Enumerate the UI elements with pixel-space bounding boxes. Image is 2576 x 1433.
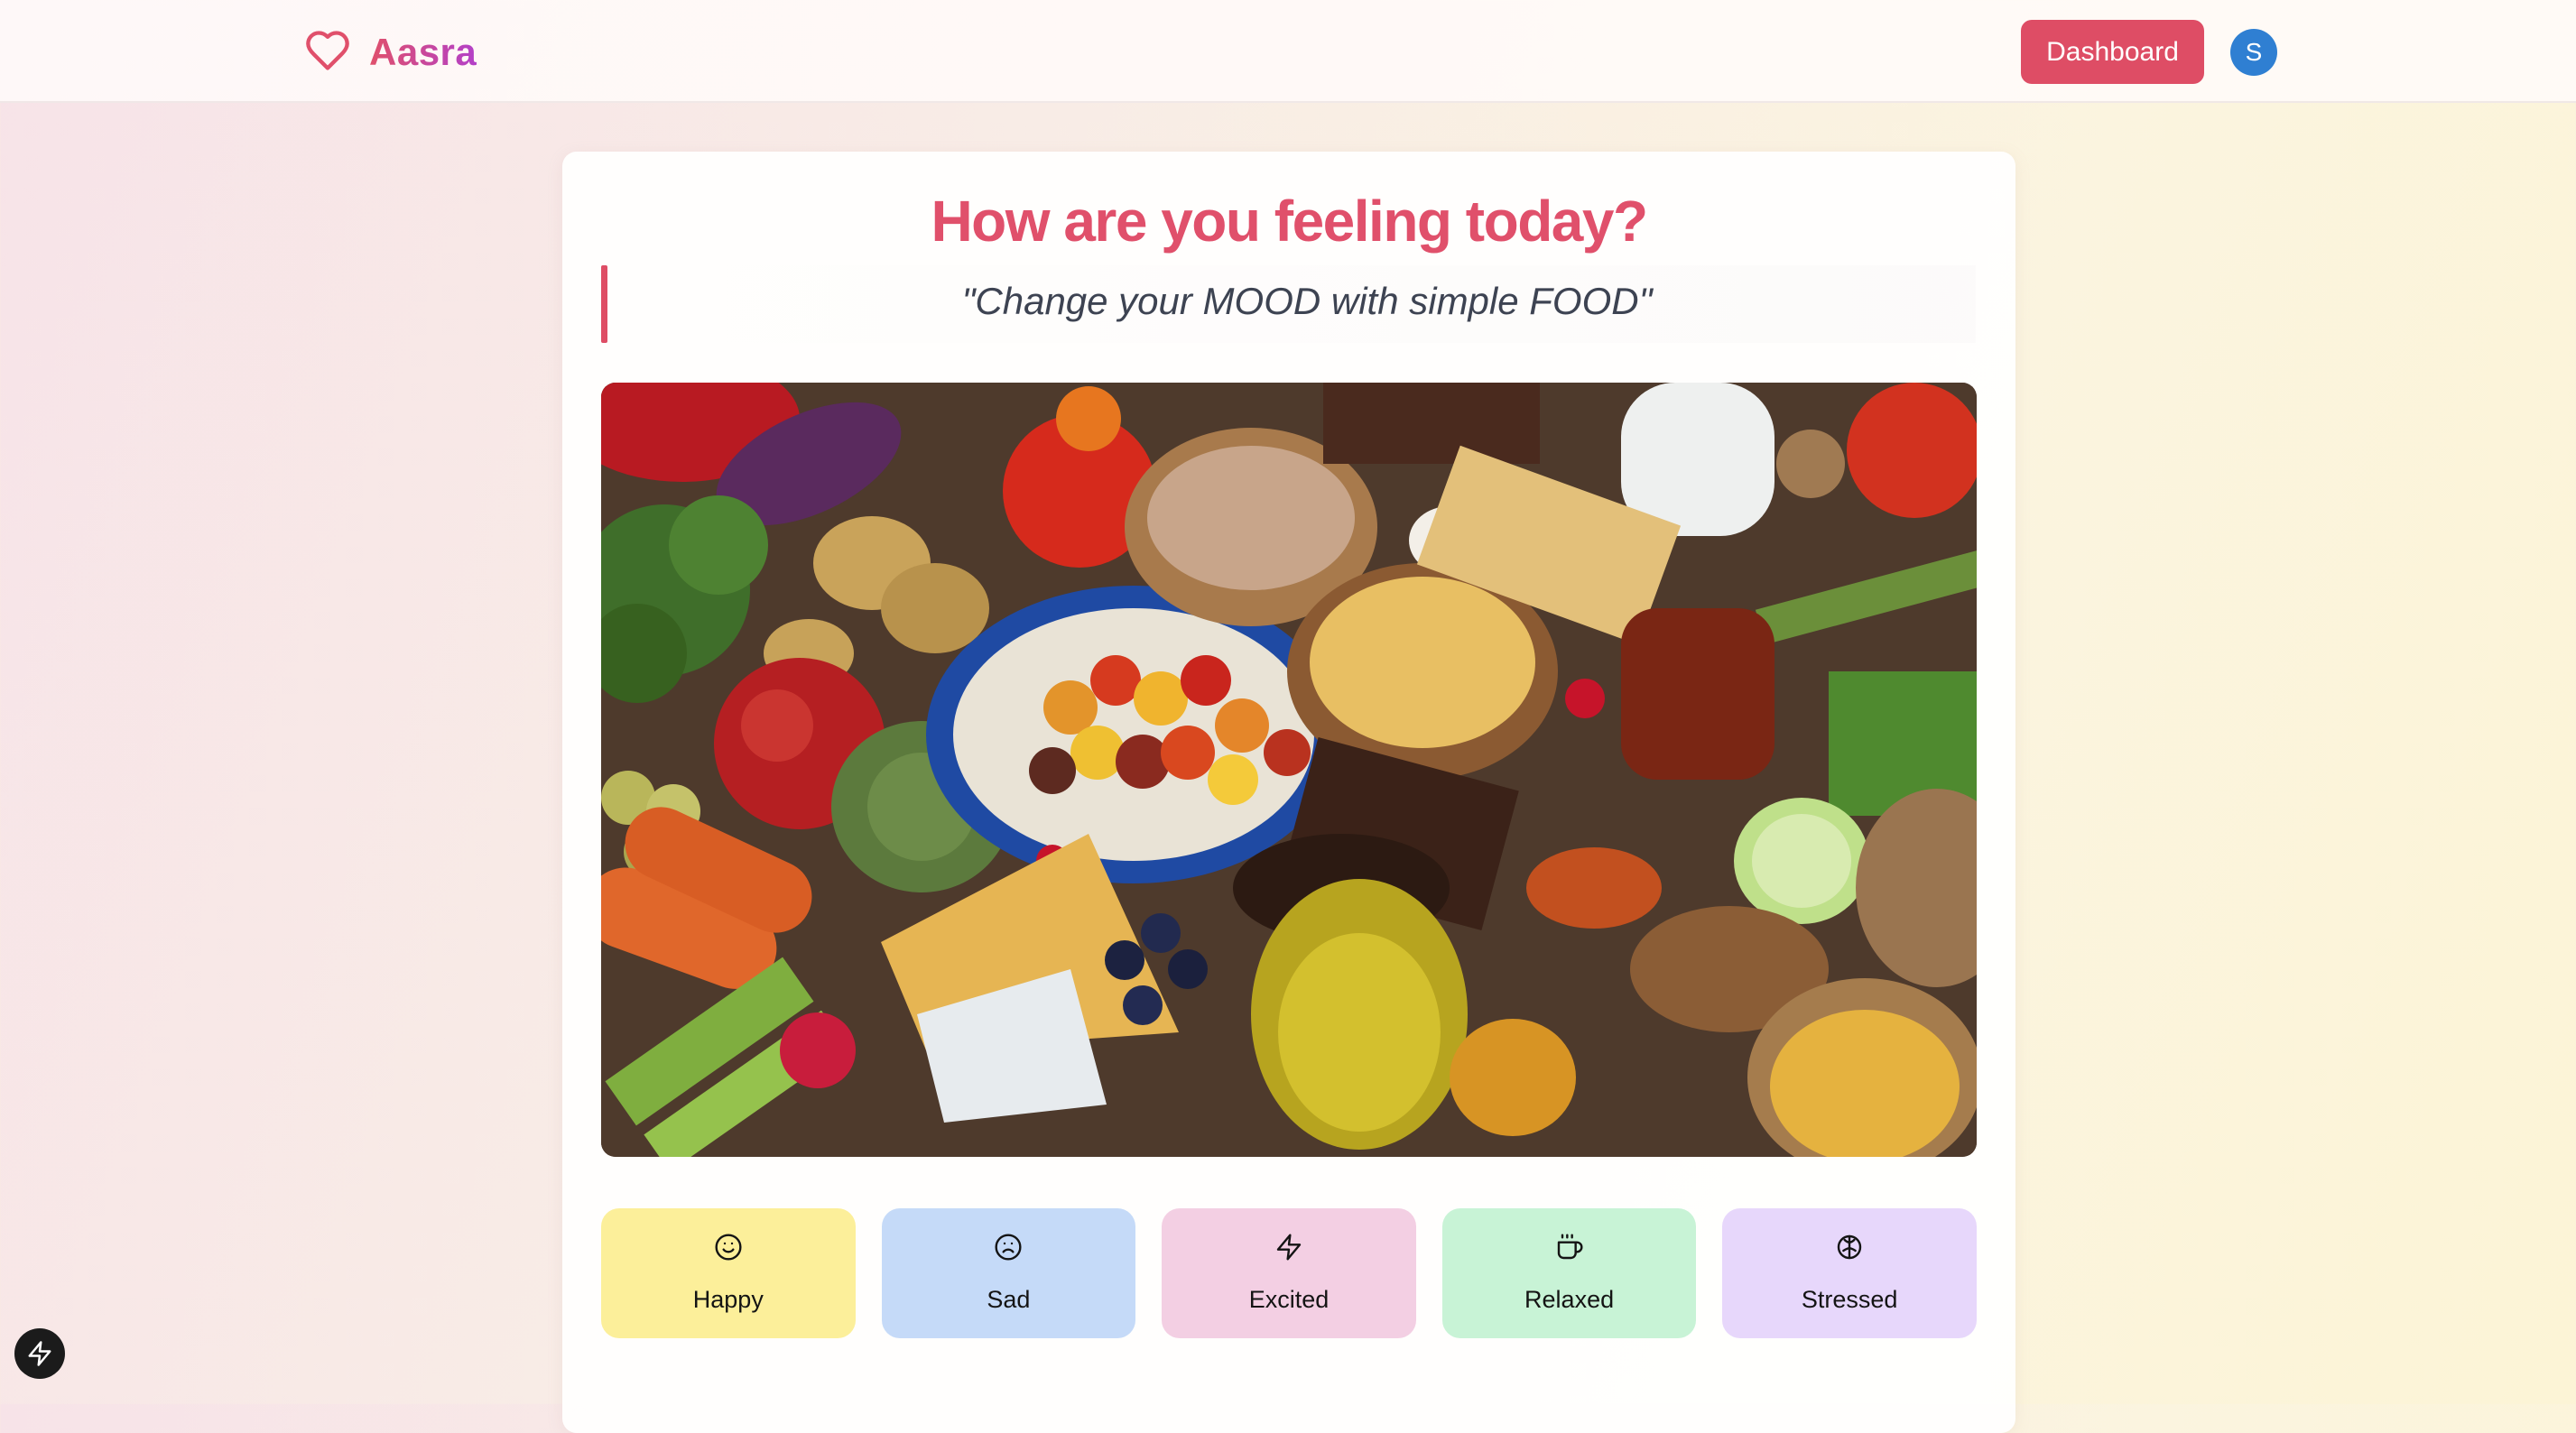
heart-icon xyxy=(302,27,353,79)
dashboard-button[interactable]: Dashboard xyxy=(2021,20,2204,84)
smile-icon xyxy=(714,1233,743,1264)
page-title: How are you feeling today? xyxy=(931,189,1648,254)
bolt-icon[interactable] xyxy=(14,1328,65,1379)
brain-icon xyxy=(1835,1233,1864,1264)
mood-label: Sad xyxy=(987,1286,1031,1313)
mood-relaxed-button[interactable]: Relaxed xyxy=(1441,1208,1697,1338)
mood-label: Stressed xyxy=(1801,1286,1898,1313)
mood-selector: Happy Sad Excited Relaxed Stressed xyxy=(601,1208,1977,1338)
navbar: Aasra Dashboard S xyxy=(0,0,2576,103)
mood-label: Relaxed xyxy=(1524,1286,1615,1313)
mood-label: Happy xyxy=(692,1286,764,1313)
mood-happy-button[interactable]: Happy xyxy=(601,1208,856,1338)
zap-icon xyxy=(1274,1233,1303,1264)
coffee-icon xyxy=(1555,1233,1584,1264)
quote-text: "Change your MOOD with simple FOOD" xyxy=(961,280,1653,322)
mood-sad-button[interactable]: Sad xyxy=(881,1208,1136,1338)
brand-logo-link[interactable]: Aasra xyxy=(302,25,477,79)
brand-name: Aasra xyxy=(369,31,477,73)
mood-excited-button[interactable]: Excited xyxy=(1162,1208,1416,1338)
user-avatar[interactable]: S xyxy=(2230,29,2277,76)
mood-stressed-button[interactable]: Stressed xyxy=(1722,1208,1977,1338)
quote-accent-bar xyxy=(601,265,607,343)
food-assortment-image xyxy=(601,383,1977,1157)
frown-icon xyxy=(994,1233,1023,1264)
mood-label: Excited xyxy=(1248,1286,1330,1313)
